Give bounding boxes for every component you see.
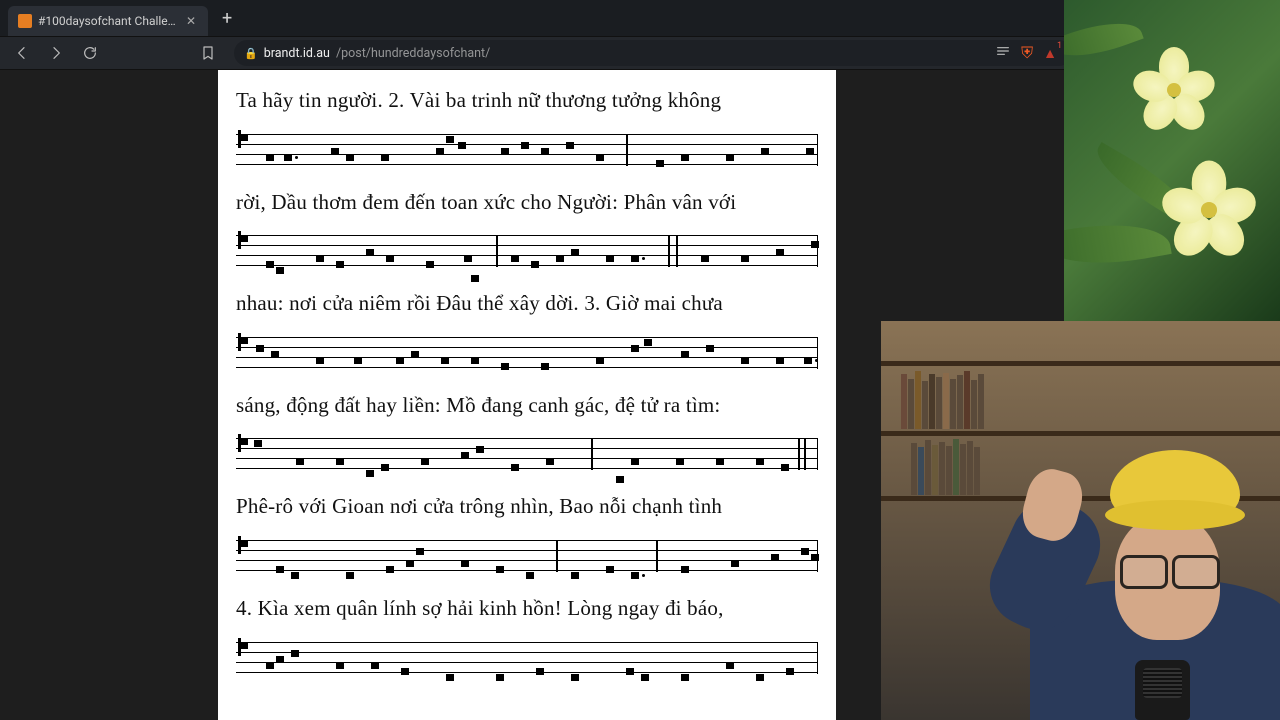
tab-close-icon[interactable]: ✕ [184, 14, 198, 28]
titlebar: #100daysofchant Challenge ✕ + ﹀ — ▢ ✕ [0, 0, 1280, 36]
lyric-line: sáng, động đất hay liền: Mồ đang canh gá… [236, 389, 818, 423]
lyric-line: Ta hãy tin người. 2. Vài ba trinh nữ thư… [236, 84, 818, 118]
url-path: /post/hundreddaysofchant/ [336, 46, 490, 61]
tab-title: #100daysofchant Challenge [38, 14, 178, 28]
brave-rewards-icon[interactable]: ▲1 [1043, 45, 1062, 62]
chant-staff [236, 124, 818, 176]
chant-staff [236, 632, 818, 684]
browser-viewport: Ta hãy tin người. 2. Vài ba trinh nữ thư… [0, 70, 1280, 720]
app-menu-button[interactable] [1244, 39, 1272, 67]
wallet-icon[interactable] [1212, 39, 1240, 67]
bookmark-button[interactable] [194, 39, 222, 67]
scrollbar-thumb[interactable] [1268, 70, 1278, 130]
url-host: brandt.id.au [264, 46, 330, 61]
new-tab-button[interactable]: + [216, 8, 238, 29]
extensions-icon[interactable] [1180, 39, 1208, 67]
lyric-line: 4. Kìa xem quân lính sợ hải kinh hồn! Lò… [236, 592, 818, 626]
reload-button[interactable] [76, 39, 104, 67]
window-close-button[interactable]: ✕ [1248, 8, 1272, 28]
window-minimize-button[interactable]: — [1168, 8, 1191, 28]
translate-icon[interactable]: 🔤 [1084, 39, 1112, 67]
lyric-line: nhau: nơi cửa niêm rồi Đâu thể xây dời. … [236, 287, 818, 321]
lock-icon: 🔒 [244, 47, 258, 60]
tab-favicon [18, 14, 32, 28]
download-icon[interactable] [1148, 39, 1176, 67]
lyric-line: Phê-rô với Gioan nơi cửa trông nhìn, Bao… [236, 490, 818, 524]
chant-staff [236, 327, 818, 379]
vertical-scrollbar[interactable] [1266, 70, 1280, 720]
window-controls: ﹀ — ▢ ✕ [1128, 8, 1272, 29]
forward-button[interactable] [42, 39, 70, 67]
browser-tab[interactable]: #100daysofchant Challenge ✕ [8, 6, 208, 36]
history-icon[interactable] [1116, 39, 1144, 67]
chant-staff [236, 530, 818, 582]
back-button[interactable] [8, 39, 36, 67]
reader-mode-icon[interactable] [995, 43, 1011, 63]
chant-staff [236, 225, 818, 277]
url-bar[interactable]: 🔒 brandt.id.au/post/hundreddaysofchant/ … [234, 40, 1072, 66]
brave-shields-icon[interactable]: ⛨ [1017, 43, 1037, 63]
page-content[interactable]: Ta hãy tin người. 2. Vài ba trinh nữ thư… [218, 70, 836, 720]
tab-dropdown-icon[interactable]: ﹀ [1128, 8, 1152, 29]
chant-staff [236, 428, 818, 480]
lyric-line: rời, Dầu thơm đem đến toan xức cho Người… [236, 186, 818, 220]
window-maximize-button[interactable]: ▢ [1207, 8, 1232, 28]
toolbar: 🔒 brandt.id.au/post/hundreddaysofchant/ … [0, 36, 1280, 70]
